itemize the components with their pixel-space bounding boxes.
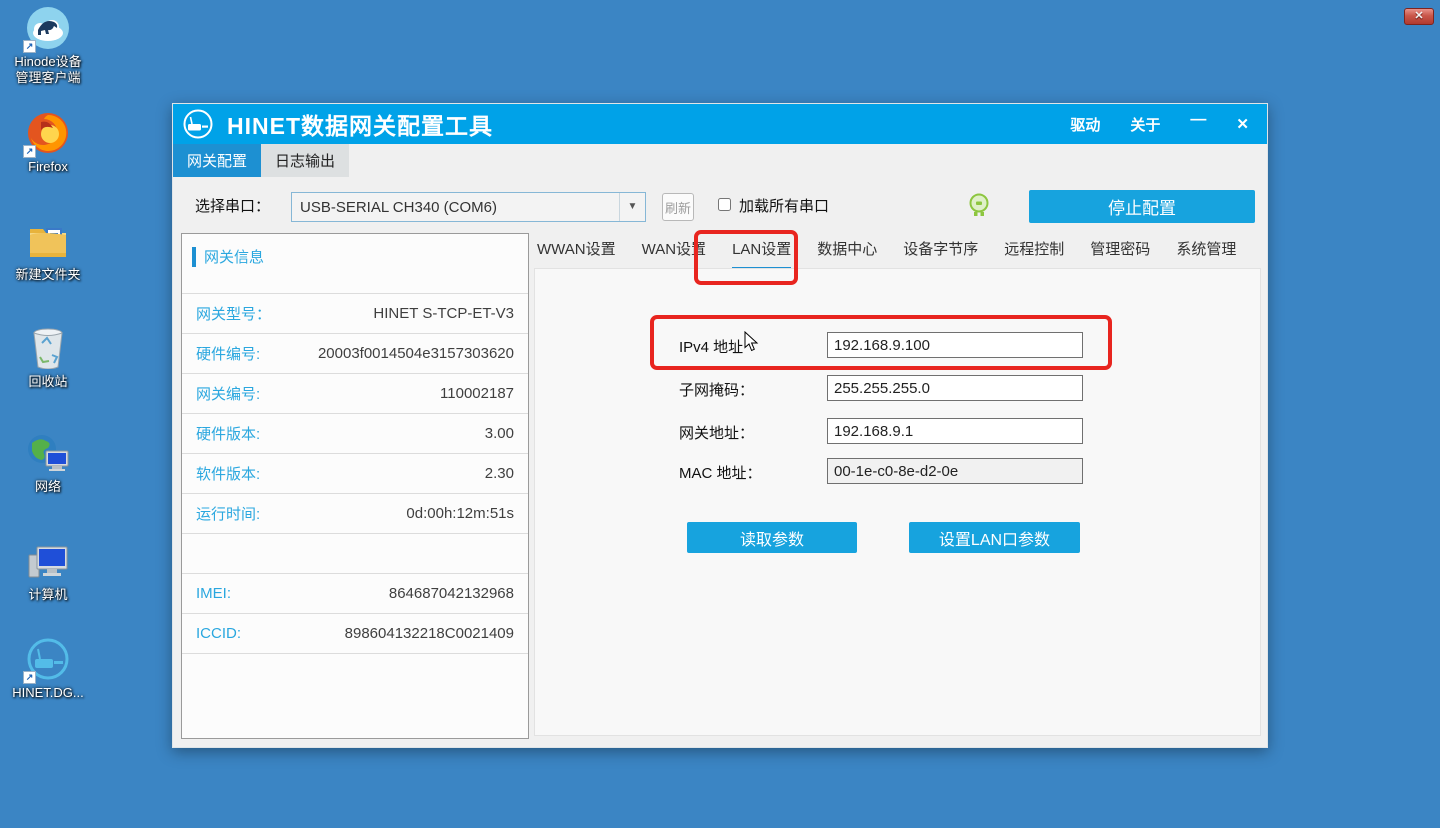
hinet-router-icon: ↗ (25, 636, 71, 682)
settings-tabstrip: WWAN设置 WAN设置 LAN设置 数据中心 设备字节序 远程控制 管理密码 … (537, 238, 1236, 270)
mac-address-label: MAC 地址： (679, 462, 762, 483)
about-menu-item[interactable]: 关于 (1130, 114, 1160, 135)
folder-icon (25, 218, 71, 264)
info-row-empty (182, 534, 528, 574)
app-window: HINET数据网关配置工具 驱动 关于 — ✕ 网关配置 日志输出 选择串口： … (172, 103, 1268, 748)
chevron-down-icon: ▼ (619, 193, 645, 221)
set-lan-params-button[interactable]: 设置LAN口参数 (909, 522, 1080, 553)
recycle-bin-icon (25, 325, 71, 371)
ipv4-address-label: IPv4 地址 (679, 336, 743, 357)
desktop-icon-firefox[interactable]: ↗ Firefox (2, 110, 94, 175)
mac-address-input[interactable] (827, 458, 1083, 484)
viewer-close-button[interactable]: ✕ (1404, 8, 1434, 25)
gateway-info-panel: 网关信息 网关型号： HINET S-TCP-ET-V3 硬件编号: 20003… (181, 233, 529, 739)
info-row-model: 网关型号： HINET S-TCP-ET-V3 (182, 294, 528, 334)
load-all-ports-label: 加载所有串口 (739, 195, 829, 216)
tab-data-center[interactable]: 数据中心 (817, 238, 877, 270)
close-button[interactable]: ✕ (1236, 115, 1249, 133)
tab-lan-settings[interactable]: LAN设置 (732, 238, 791, 270)
window-title: HINET数据网关配置工具 (227, 107, 493, 141)
refresh-button[interactable]: 刷新 (662, 193, 694, 221)
subnet-mask-input[interactable] (827, 375, 1083, 401)
shortcut-arrow-icon: ↗ (23, 40, 36, 53)
tab-remote-control[interactable]: 远程控制 (1004, 238, 1064, 270)
desktop-icon-label: Firefox (28, 159, 68, 175)
info-row-iccid: ICCID: 898604132218C0021409 (182, 614, 528, 654)
titlebar: HINET数据网关配置工具 驱动 关于 — ✕ (173, 104, 1267, 144)
network-icon (25, 430, 71, 476)
hinode-cloud-icon: ↗ (25, 5, 71, 51)
serial-port-value: USB-SERIAL CH340 (COM6) (292, 199, 619, 216)
gateway-info-rows: 网关型号： HINET S-TCP-ET-V3 硬件编号: 20003f0014… (182, 293, 528, 654)
app-logo-router-icon (183, 109, 213, 139)
android-status-icon (968, 193, 990, 217)
tab-log-output[interactable]: 日志输出 (261, 144, 349, 177)
tab-wan-settings[interactable]: WAN设置 (642, 238, 706, 270)
main-tabstrip: 网关配置 日志输出 (173, 144, 1267, 177)
firefox-icon: ↗ (25, 110, 71, 156)
desktop-icon-computer[interactable]: 计算机 (2, 538, 94, 603)
stop-config-button[interactable]: 停止配置 (1029, 190, 1255, 223)
gateway-address-label: 网关地址： (679, 422, 754, 443)
read-params-button[interactable]: 读取参数 (687, 522, 857, 553)
desktop-icon-recycle-bin[interactable]: 回收站 (2, 325, 94, 390)
info-row-imei: IMEI: 864687042132968 (182, 574, 528, 614)
computer-icon (25, 538, 71, 584)
load-all-ports-checkbox[interactable] (718, 198, 731, 211)
info-row-hw-version: 硬件版本: 3.00 (182, 414, 528, 454)
port-select-label: 选择串口： (195, 195, 270, 216)
desktop-icon-new-folder[interactable]: 新建文件夹 (2, 218, 94, 283)
info-row-sw-version: 软件版本: 2.30 (182, 454, 528, 494)
serial-port-combobox[interactable]: USB-SERIAL CH340 (COM6) ▼ (291, 192, 646, 222)
desktop-icon-label: HINET.DG... (12, 685, 84, 701)
accent-bar (192, 247, 196, 267)
desktop-icon-label: 计算机 (28, 587, 67, 603)
desktop-icon-network[interactable]: 网络 (2, 430, 94, 495)
desktop-icon-label: Hinode设备 管理客户端 (14, 54, 81, 86)
desktop-icon-label: 网络 (35, 479, 61, 495)
shortcut-arrow-icon: ↗ (23, 145, 36, 158)
driver-menu-item[interactable]: 驱动 (1070, 114, 1100, 135)
tab-wwan-settings[interactable]: WWAN设置 (537, 238, 616, 270)
tab-admin-password[interactable]: 管理密码 (1090, 238, 1150, 270)
shortcut-arrow-icon: ↗ (23, 671, 36, 684)
tab-gateway-config[interactable]: 网关配置 (173, 144, 261, 177)
toolbar: 选择串口： USB-SERIAL CH340 (COM6) ▼ 刷新 加载所有串… (173, 177, 1267, 231)
desktop-icon-hinet-dg[interactable]: ↗ HINET.DG... (2, 636, 94, 701)
gateway-address-input[interactable] (827, 418, 1083, 444)
desktop-icon-label: 回收站 (28, 374, 67, 390)
desktop-icon-label: 新建文件夹 (15, 267, 80, 283)
tab-device-byte-order[interactable]: 设备字节序 (903, 238, 978, 270)
tab-system-management[interactable]: 系统管理 (1176, 238, 1236, 270)
info-row-uptime: 运行时间: 0d:00h:12m:51s (182, 494, 528, 534)
desktop-icon-hinode-client[interactable]: ↗ Hinode设备 管理客户端 (2, 5, 94, 86)
info-row-hardware-id: 硬件编号: 20003f0014504e3157303620 (182, 334, 528, 374)
minimize-button[interactable]: — (1190, 111, 1206, 129)
subnet-mask-label: 子网掩码： (679, 379, 754, 400)
ipv4-address-input[interactable] (827, 332, 1083, 358)
gateway-info-header: 网关信息 (192, 246, 264, 267)
info-row-gateway-id: 网关编号: 110002187 (182, 374, 528, 414)
